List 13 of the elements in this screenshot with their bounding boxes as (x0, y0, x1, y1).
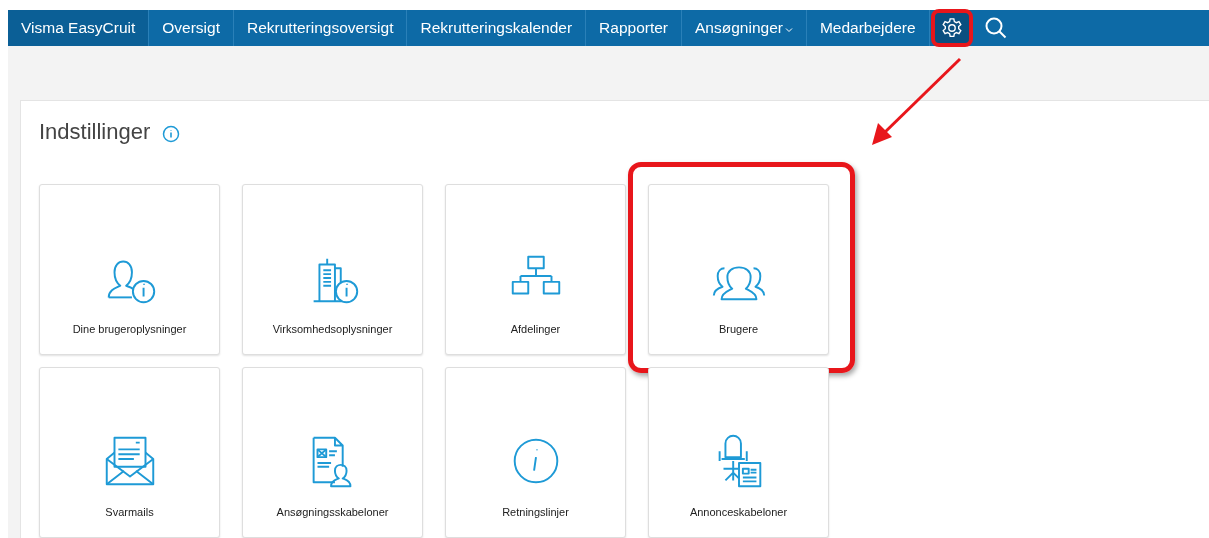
settings-tile[interactable]: Afdelinger (445, 184, 626, 355)
settings-tile[interactable]: Virksomhedsoplysninger (242, 184, 423, 355)
info-icon[interactable] (162, 124, 181, 143)
settings-icon[interactable] (931, 10, 972, 46)
caret-icon (784, 26, 793, 33)
settings-tile[interactable]: Retningslinjer (445, 367, 626, 538)
settings-tile[interactable]: Dine brugeroplysninger (39, 184, 220, 355)
settings-tile[interactable]: Svarmails (39, 367, 220, 538)
settings-tile[interactable]: Annonceskabeloner (648, 367, 829, 538)
page-title: Indstillinger (39, 118, 151, 146)
settings-tile[interactable]: Brugere (648, 184, 829, 355)
brand-link[interactable]: Visma EasyCruit (8, 10, 150, 46)
settings-tile[interactable]: Ansøgningsskabeloner (242, 367, 423, 538)
